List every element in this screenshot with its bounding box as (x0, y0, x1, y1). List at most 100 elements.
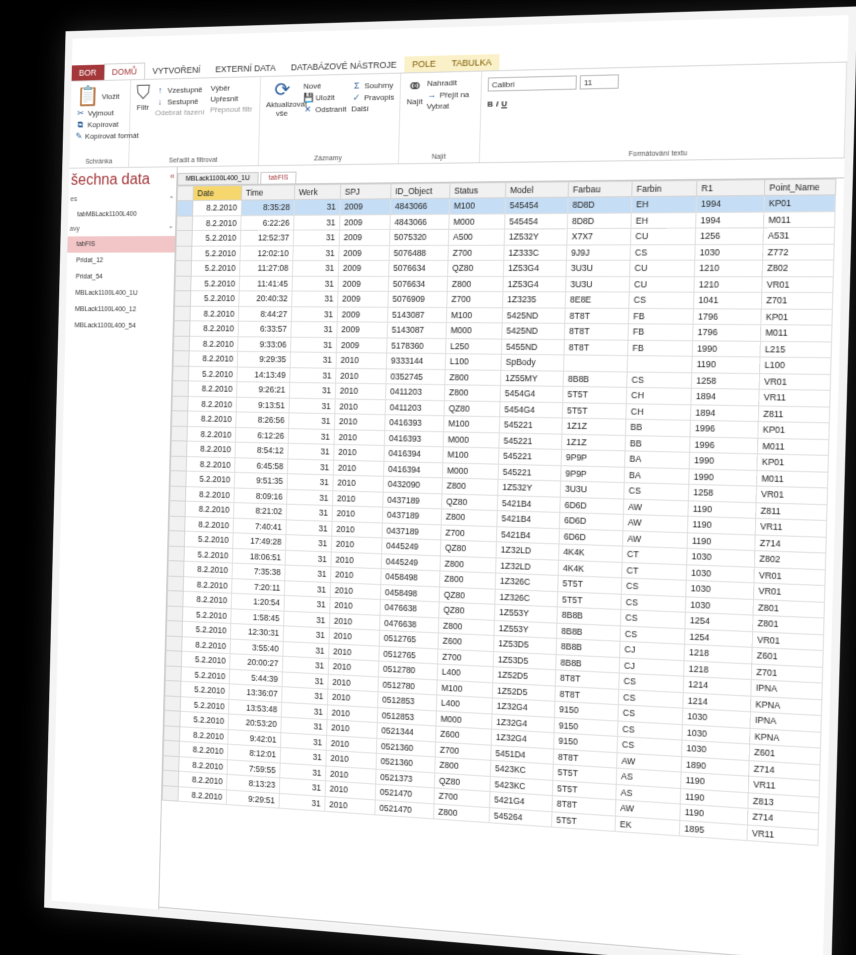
nav-section-tables[interactable]: es ⌃ (68, 192, 176, 206)
table-row[interactable]: 5.2.2010 12:52:37 31 2009 5075320 A500 1Z532Y X… (176, 227, 835, 246)
cell[interactable]: CS (628, 292, 694, 309)
cell[interactable]: 5454G4 (499, 401, 563, 418)
cell[interactable]: VR11 (758, 389, 831, 407)
remove-sort-button[interactable]: Odebrat řazení (155, 108, 205, 118)
cell[interactable]: 8.2.2010 (189, 320, 239, 337)
cell[interactable]: 31 (285, 519, 333, 537)
nav-prev-icon[interactable]: ◀ (212, 915, 217, 923)
cell[interactable]: 31 (293, 229, 340, 246)
record-selector[interactable] (173, 335, 190, 351)
cell[interactable]: 1994 (695, 211, 764, 229)
cell[interactable]: M100 (446, 307, 503, 323)
cell[interactable]: 5421B4 (497, 494, 561, 513)
cell[interactable]: 0352745 (385, 368, 446, 385)
cell[interactable]: VR01 (759, 373, 831, 391)
cell[interactable]: 8.2.2010 (187, 395, 237, 412)
nav-first-icon[interactable]: ⏮ (197, 914, 203, 922)
cell[interactable]: 1Z532Y (497, 479, 561, 497)
cell[interactable]: M000 (445, 322, 503, 339)
cell[interactable]: 5.2.2010 (191, 260, 240, 276)
cell[interactable]: 9:13:51 (236, 396, 290, 413)
cell[interactable]: BA (624, 466, 690, 485)
cell[interactable]: 0416393 (384, 430, 444, 447)
cell[interactable]: FB (628, 307, 694, 325)
cell[interactable]: A531 (763, 227, 835, 244)
cell[interactable]: 31 (290, 351, 337, 368)
cell[interactable]: 545454 (504, 212, 568, 230)
cell[interactable]: BA (624, 450, 690, 469)
cell[interactable]: M011 (760, 324, 832, 342)
record-selector[interactable] (163, 755, 180, 772)
cell[interactable]: 31 (292, 260, 339, 276)
column-header[interactable]: Farbau (568, 181, 633, 198)
cell[interactable]: VR01 (761, 276, 834, 293)
cell[interactable]: M011 (757, 437, 829, 456)
cell[interactable]: 31 (291, 306, 338, 322)
cell[interactable]: 5143087 (387, 306, 447, 323)
cell[interactable]: CU (629, 276, 695, 293)
cell[interactable]: 1Z1Z (561, 433, 626, 451)
cell[interactable]: 2010 (333, 459, 384, 477)
cell[interactable]: 14:13:49 (236, 366, 291, 383)
cell[interactable]: KP01 (757, 421, 830, 440)
cell[interactable]: 8T8T (564, 307, 629, 324)
search-box[interactable]: Vyhledávání (291, 921, 338, 934)
record-selector[interactable] (174, 305, 191, 321)
column-header[interactable]: Time (241, 184, 295, 201)
cell[interactable]: Z802 (762, 259, 834, 277)
cell[interactable]: M000 (448, 213, 505, 230)
cell[interactable]: 1990 (689, 452, 758, 470)
cell[interactable]: 8:54:12 (235, 442, 289, 459)
record-selector[interactable] (163, 740, 180, 757)
cell[interactable]: 5.2.2010 (188, 365, 238, 382)
record-selector[interactable] (176, 200, 194, 216)
cell[interactable]: VR11 (746, 824, 819, 846)
cell[interactable]: 2010 (333, 444, 385, 461)
refresh-all-button[interactable]: ⟳ Aktualizovat vše (266, 79, 307, 118)
cell[interactable]: 1190 (691, 356, 760, 374)
ribbon-tab[interactable]: DATABÁZOVÉ NÁSTROJE (283, 57, 404, 76)
cell[interactable]: M100 (443, 415, 500, 433)
record-selector[interactable] (162, 785, 179, 802)
cell[interactable]: 31 (292, 245, 340, 261)
cell[interactable]: 8.2.2010 (186, 441, 236, 458)
sort-ascending-button[interactable]: ↑ Vzestupně (156, 84, 206, 95)
record-selector[interactable] (169, 485, 186, 502)
ribbon-tab[interactable]: VYTVOŘENÍ (145, 62, 208, 79)
nav-item[interactable]: Pridat_54 (67, 269, 175, 285)
nav-item[interactable]: Pridat_12 (67, 252, 175, 268)
cell[interactable]: L250 (445, 338, 502, 355)
cell[interactable]: KP01 (763, 194, 836, 212)
cell[interactable]: 31 (289, 367, 337, 384)
cell[interactable]: M011 (756, 469, 828, 488)
cell[interactable]: 5075320 (389, 229, 449, 246)
cell[interactable]: 8.2.2010 (188, 350, 238, 367)
cell[interactable]: 5076909 (387, 291, 448, 308)
cell[interactable]: 1996 (689, 436, 758, 454)
record-selector[interactable] (175, 275, 192, 291)
cell[interactable]: 5178360 (386, 337, 446, 354)
cell[interactable]: 1Z55MY (500, 369, 564, 387)
cell[interactable]: 31 (291, 291, 338, 307)
cell[interactable]: BB (625, 434, 691, 453)
record-selector[interactable] (172, 365, 189, 381)
cell[interactable]: 1894 (690, 388, 760, 406)
cell[interactable]: 0437189 (382, 507, 442, 525)
cell[interactable]: 8.2.2010 (190, 305, 239, 322)
cell[interactable]: 5454G4 (500, 385, 564, 403)
advanced-button[interactable]: Upřesnit (210, 94, 253, 103)
cell[interactable]: 1Z532Y (504, 228, 568, 245)
cell[interactable] (627, 355, 693, 373)
cell[interactable]: 2009 (337, 275, 389, 292)
nav-last-icon[interactable]: ⏭ (241, 917, 247, 925)
selection-button[interactable]: Výběr (210, 83, 253, 93)
cell[interactable]: 6D6D (559, 496, 624, 515)
cell[interactable]: 6:33:57 (238, 321, 292, 337)
cell[interactable]: FB (627, 339, 693, 357)
record-selector[interactable] (176, 215, 193, 231)
cell[interactable]: 9:33:06 (237, 336, 291, 352)
doc-tab-active[interactable]: tabFIS (260, 171, 297, 184)
cell[interactable]: 6:45:58 (234, 457, 288, 474)
record-selector[interactable] (165, 650, 182, 667)
cell[interactable]: 0437189 (382, 491, 442, 509)
